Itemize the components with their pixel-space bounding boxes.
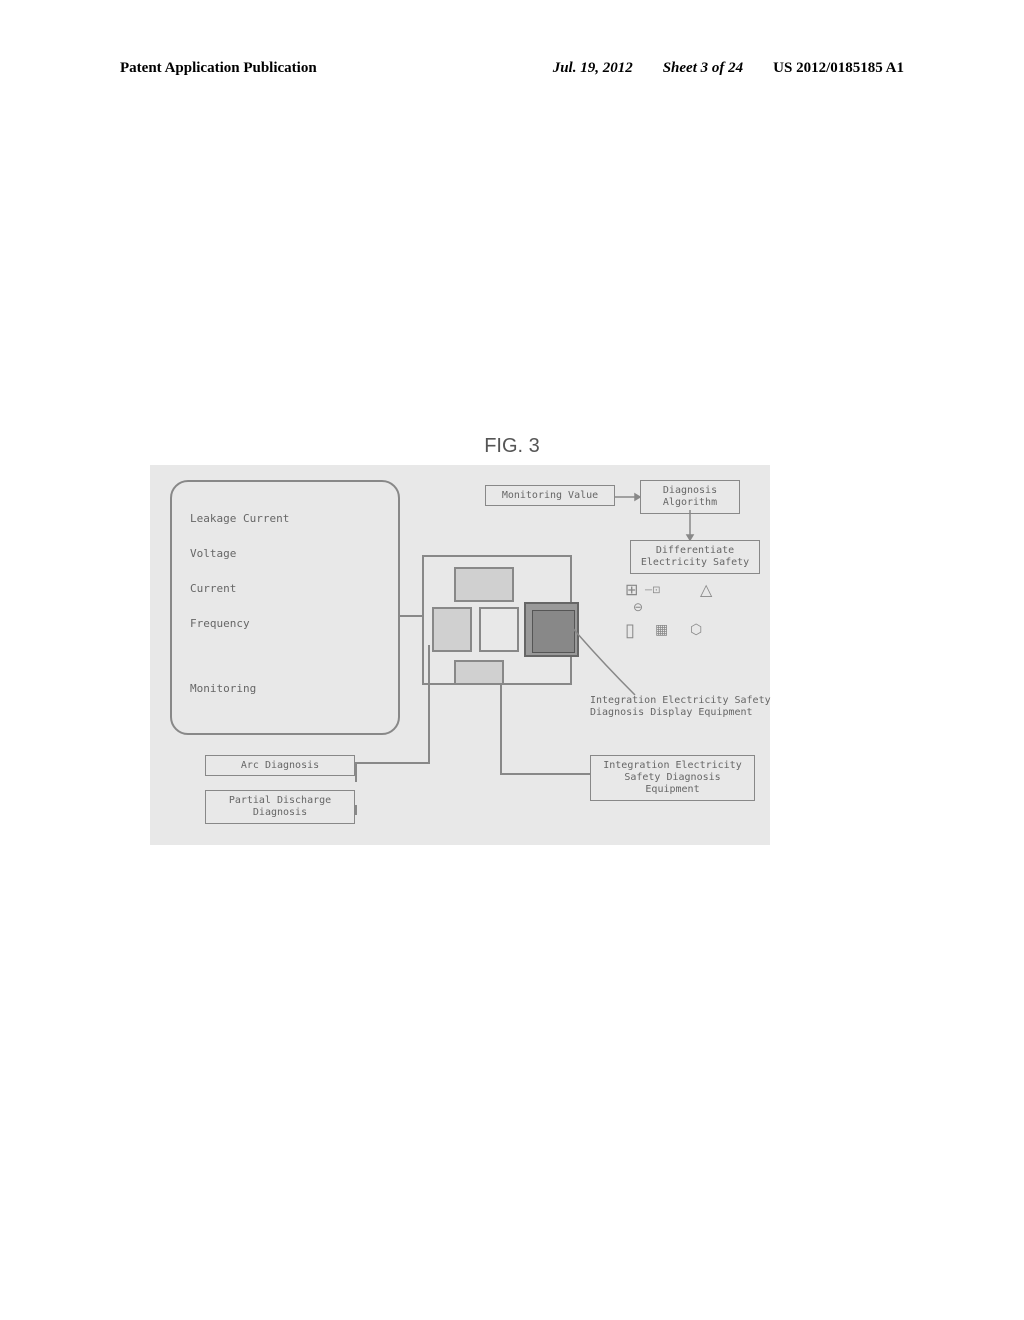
node-icon: ⊖ xyxy=(633,600,643,615)
param-current: Current xyxy=(190,582,236,595)
connector-arc-horizontal xyxy=(355,762,430,764)
param-frequency: Frequency xyxy=(190,617,250,630)
param-leakage-current: Leakage Current xyxy=(190,512,289,525)
device-module-3 xyxy=(479,607,519,652)
connector-monitoring-to-device xyxy=(400,615,422,617)
arc-diagnosis-box: Arc Diagnosis xyxy=(205,755,355,776)
connector-device-to-integration xyxy=(500,685,502,775)
page-header: Patent Application Publication Jul. 19, … xyxy=(0,60,1024,77)
connector-arc-up xyxy=(428,645,430,764)
connector-integration-horizontal xyxy=(500,773,590,775)
monitoring-panel: Leakage Current Voltage Current Frequenc… xyxy=(170,480,400,735)
device-module-4 xyxy=(454,660,504,685)
chip-icon: ▦ xyxy=(655,622,668,639)
arrow-monitoring-to-algorithm xyxy=(615,492,640,502)
differentiate-box: Differentiate Electricity Safety xyxy=(630,540,760,574)
integration-equipment-box: Integration Electricity Safety Diagnosis… xyxy=(590,755,755,801)
arrow-algorithm-to-differentiate xyxy=(685,510,695,540)
header-right: Jul. 19, 2012 Sheet 3 of 24 US 2012/0185… xyxy=(553,60,904,77)
diagnosis-algorithm-box: Diagnosis Algorithm xyxy=(640,480,740,514)
sheet-number: Sheet 3 of 24 xyxy=(663,60,743,77)
pointer-to-display xyxy=(550,620,650,710)
alert-icon: △ xyxy=(700,580,712,600)
connector-pd-vertical xyxy=(355,805,357,815)
device-module-2 xyxy=(432,607,472,652)
hexagon-icon: ⬡ xyxy=(690,622,702,639)
pub-date: Jul. 19, 2012 xyxy=(553,60,633,77)
pub-number: US 2012/0185185 A1 xyxy=(773,60,904,77)
device-module-1 xyxy=(454,567,514,602)
network-icon: ⊞ xyxy=(625,580,638,600)
diagram-container: Leakage Current Voltage Current Frequenc… xyxy=(150,465,770,845)
param-voltage: Voltage xyxy=(190,547,236,560)
connector-arc-vertical xyxy=(355,762,357,782)
connector-icon: ─⊡ xyxy=(645,585,660,596)
publication-type: Patent Application Publication xyxy=(120,60,317,77)
partial-discharge-box: Partial Discharge Diagnosis xyxy=(205,790,355,824)
monitoring-value-box: Monitoring Value xyxy=(485,485,615,506)
param-monitoring: Monitoring xyxy=(190,682,256,695)
figure-label: FIG. 3 xyxy=(484,435,540,458)
